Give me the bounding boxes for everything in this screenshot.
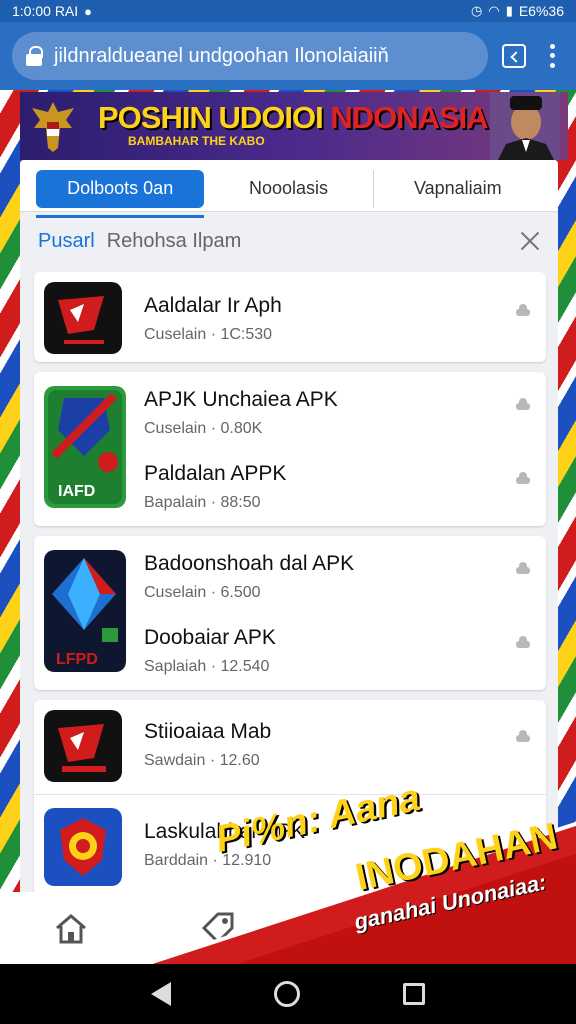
app-meta: Cuselain · 6.500 — [144, 584, 261, 601]
search-scope: Pusarl — [38, 229, 95, 252]
user-icon — [516, 730, 530, 742]
app-name: Paldalan APPK — [144, 462, 287, 485]
user-icon — [516, 472, 530, 484]
app-meta: Saplaiah · 12.540 — [144, 658, 270, 675]
app-meta: Cuselain · 0.80K — [144, 420, 263, 437]
banner-title: POSHIN UDOIOI NDONASIA — [98, 100, 489, 135]
home-icon[interactable] — [54, 912, 88, 946]
battery-text: E6%36 — [518, 3, 564, 19]
user-icon — [516, 304, 530, 316]
app-name: Badoonshoah dal APK — [144, 552, 355, 575]
app-icon-label: IAFD — [58, 483, 95, 500]
home-button-icon[interactable] — [273, 981, 300, 1007]
tabs-icon[interactable] — [502, 44, 526, 68]
list-item[interactable]: Aaldalar Ir Aph Cuselain · 1C:530 — [34, 272, 546, 362]
tab-downloads[interactable]: Dolboots 0an — [36, 169, 205, 218]
tab-more[interactable]: Vapnaliaim — [374, 170, 542, 208]
app-name: Doobaiar APK — [144, 626, 276, 649]
app-icon — [44, 808, 122, 886]
signal-icon: ▮ — [505, 3, 513, 18]
user-icon — [516, 636, 530, 648]
address-text: jildnraldueanel undgoohan Ilonolaiaiiň — [54, 44, 389, 67]
alarm-icon: ◷ — [471, 3, 483, 18]
tab-bar: Dolboots 0an Nooolasis Vapnaliaim — [20, 160, 558, 218]
app-icon — [44, 710, 122, 782]
list-item[interactable]: LFPD Badoonshoah dal APK Cuselain · 6.50… — [34, 536, 546, 690]
tab-news[interactable]: Nooolasis — [204, 169, 374, 208]
browser-toolbar: jildnraldueanel undgoohan Ilonolaiaiiň — [0, 22, 576, 90]
app-name: APJK Unchaiea APK — [144, 388, 338, 411]
app-icon: IAFD — [44, 386, 126, 508]
app-icon-label: LFPD — [56, 651, 98, 668]
search-row[interactable]: Pusarl Rehohsa Ilpam — [20, 212, 558, 270]
status-bar: 1:0:00 RAI ● ◷ ◠ ▮ E6%36 — [0, 0, 576, 22]
close-icon[interactable] — [518, 229, 542, 253]
lock-icon — [26, 46, 43, 66]
notification-icon: ● — [84, 3, 93, 19]
overflow-menu-icon[interactable] — [540, 42, 564, 70]
garuda-emblem-icon — [32, 102, 74, 152]
wifi-icon: ◠ — [488, 3, 500, 18]
system-nav-bar — [0, 964, 576, 1024]
banner-subtitle: BAMBAHAR THE KABO — [128, 134, 265, 148]
header-banner: POSHIN UDOIOI NDONASIA BAMBAHAR THE KABO — [20, 92, 568, 160]
app-meta: Cuselain · 1C:530 — [144, 326, 273, 343]
official-portrait — [490, 92, 560, 160]
list-item[interactable]: IAFD APJK Unchaiea APK Cuselain · 0.80K … — [34, 372, 546, 526]
back-icon[interactable] — [151, 982, 172, 1006]
user-icon — [516, 562, 530, 574]
recent-apps-icon[interactable] — [402, 983, 425, 1005]
app-name: Stiioaiaa Mab — [144, 720, 272, 743]
status-time: 1:0:00 RAI — [12, 3, 79, 19]
search-input[interactable]: Rehohsa Ilpam — [107, 230, 518, 253]
app-meta: Sawdain · 12.60 — [144, 752, 260, 769]
app-icon — [44, 282, 122, 354]
app-name: Aaldalar Ir Aph — [144, 294, 282, 317]
address-bar[interactable]: jildnraldueanel undgoohan Ilonolaiaiiň — [12, 32, 488, 80]
user-icon — [516, 398, 530, 410]
app-meta: Bapalain · 88:50 — [144, 494, 261, 511]
app-icon: LFPD — [44, 550, 126, 672]
